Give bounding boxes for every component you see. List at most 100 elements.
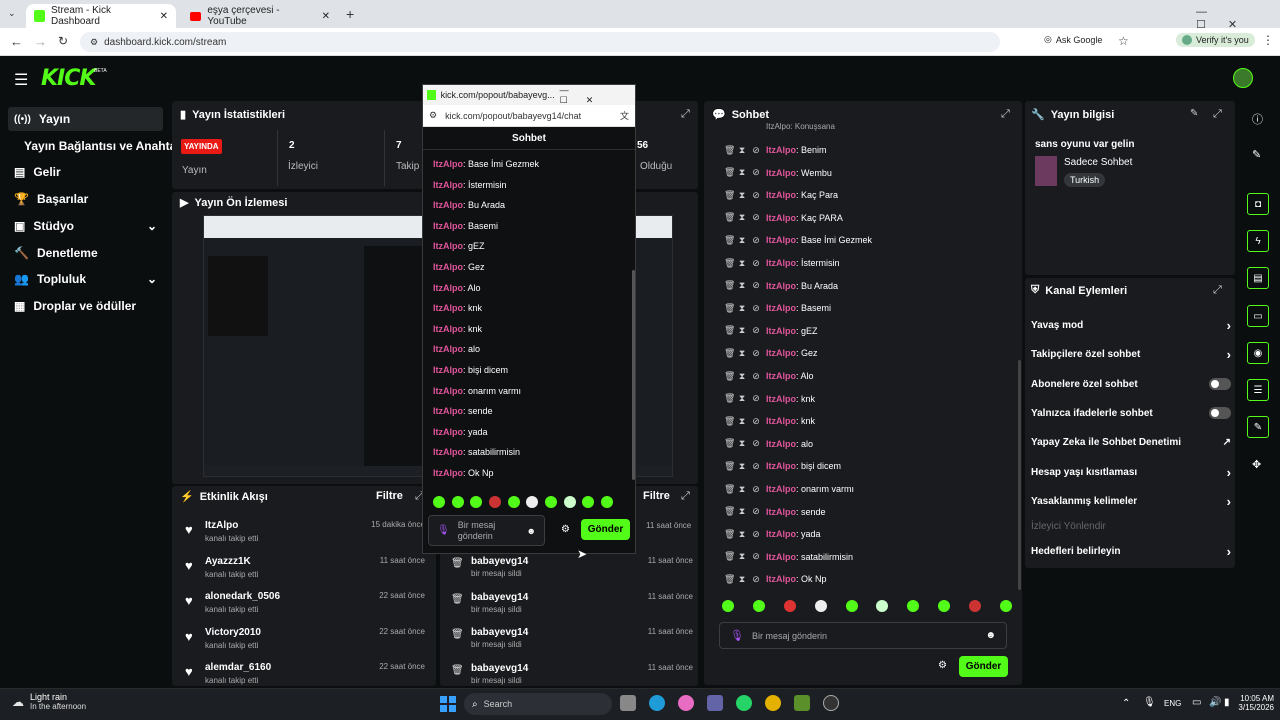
emote-icon[interactable] xyxy=(600,496,613,508)
close-icon[interactable]: ✕ xyxy=(322,11,330,22)
broadcast-icon[interactable]: ◉ xyxy=(1247,342,1269,364)
pencil-icon[interactable]: ✎ xyxy=(1252,148,1261,161)
channel-action-item[interactable]: Abonelere özel sohbet xyxy=(1031,374,1231,394)
ask-google-button[interactable]: ◎ Ask Google xyxy=(1044,34,1102,45)
chat-icon[interactable]: ▭ xyxy=(1247,305,1269,327)
chat-username[interactable]: ItzAlpo xyxy=(433,262,463,272)
ban-icon[interactable]: ⊘ xyxy=(752,461,760,472)
emote-icon[interactable] xyxy=(969,600,981,612)
emoji-icon[interactable]: ☻ xyxy=(985,630,996,641)
chat-message[interactable]: 🗑 ⧗ ⊘ ItzAlpo: Bu Arada xyxy=(724,278,838,294)
popout-message[interactable]: ItzAlpo: sende xyxy=(433,406,493,422)
modlog-filter-button[interactable]: Filtre xyxy=(643,490,670,502)
chat-username[interactable]: ItzAlpo xyxy=(766,258,796,268)
chat-message[interactable]: 🗑 ⧗ ⊘ ItzAlpo: knk xyxy=(724,391,815,407)
chat-message[interactable]: 🗑 ⧗ ⊘ ItzAlpo: yada xyxy=(724,526,821,542)
channel-action-item[interactable]: Hesap yaşı kısıtlaması › xyxy=(1031,462,1231,482)
channel-action-item[interactable]: Yapay Zeka ile Sohbet Denetimi ↗ xyxy=(1031,432,1231,452)
chat-message[interactable]: 🗑 ⧗ ⊘ ItzAlpo: Wembu xyxy=(724,165,832,181)
chevron-right-icon[interactable]: › xyxy=(1227,465,1231,480)
edit-icon[interactable]: ✎ xyxy=(1190,108,1198,119)
timeout-icon[interactable]: ⧗ xyxy=(738,212,746,223)
chat-username[interactable]: ItzAlpo xyxy=(433,324,463,334)
kick-logo[interactable]: KICK xyxy=(41,66,96,91)
ban-icon[interactable]: ⊘ xyxy=(752,529,760,540)
sidebar-item-studio[interactable]: ▣ Stüdyo ⌄ xyxy=(8,214,163,238)
chevron-right-icon[interactable]: › xyxy=(1227,544,1231,559)
timeout-icon[interactable]: ⧗ xyxy=(738,303,746,314)
address-bar[interactable]: ⚙ dashboard.kick.com/stream xyxy=(80,32,1000,52)
expand-icon[interactable]: ⤢ xyxy=(1213,108,1222,121)
chat-message[interactable]: 🗑 ⧗ ⊘ ItzAlpo: Alo xyxy=(724,368,814,384)
info-icon[interactable]: ⓘ xyxy=(1252,111,1263,127)
capture-icon[interactable]: ◘ xyxy=(1247,193,1269,215)
chat-settings-icon[interactable]: ⚙ xyxy=(938,660,947,671)
chat-username[interactable]: ItzAlpo xyxy=(766,552,796,562)
bookmark-star-icon[interactable]: ☆ xyxy=(1118,34,1129,48)
window-controls[interactable]: —☐✕ xyxy=(560,85,627,106)
timeout-icon[interactable]: ⧗ xyxy=(738,551,746,562)
wrench-icon[interactable]: ✎ xyxy=(1247,416,1269,438)
event-item[interactable]: ♥ ItzAlpo kanalı takip etti 15 dakika önce xyxy=(180,520,425,556)
chat-message[interactable]: 🗑 ⧗ ⊘ ItzAlpo: Kaç Para xyxy=(724,187,838,203)
channel-action-item[interactable]: Yasaklanmış kelimeler › xyxy=(1031,491,1231,511)
copilot-icon[interactable] xyxy=(678,695,694,711)
chat-username[interactable]: ItzAlpo xyxy=(433,447,463,457)
close-icon[interactable]: ✕ xyxy=(160,11,168,22)
timeout-icon[interactable]: ⧗ xyxy=(738,348,746,359)
chat-message[interactable]: 🗑 ⧗ ⊘ ItzAlpo: İstermisin xyxy=(724,255,840,271)
trash-icon[interactable]: 🗑 xyxy=(724,303,735,314)
emote-icon[interactable] xyxy=(507,496,520,508)
emote-icon[interactable] xyxy=(488,496,501,508)
popout-message[interactable]: ItzAlpo: knk xyxy=(433,303,482,319)
trash-icon[interactable]: 🗑 xyxy=(724,167,735,178)
popout-message[interactable]: ItzAlpo: İstermisin xyxy=(433,180,507,196)
ban-icon[interactable]: ⊘ xyxy=(752,212,760,223)
popout-message[interactable]: ItzAlpo: knk xyxy=(433,324,482,340)
back-icon[interactable]: ← xyxy=(10,34,23,49)
chat-username[interactable]: ItzAlpo xyxy=(766,574,796,584)
edge-icon[interactable] xyxy=(649,695,665,711)
ban-icon[interactable]: ⊘ xyxy=(752,348,760,359)
chevron-right-icon[interactable]: › xyxy=(1227,347,1231,362)
task-view-icon[interactable] xyxy=(620,695,636,711)
chat-username[interactable]: ItzAlpo xyxy=(766,461,796,471)
sidebar-item-stream[interactable]: ((•)) Yayın xyxy=(8,107,163,131)
event-item[interactable]: ♥ alonedark_0506 kanalı takip etti 22 saat … xyxy=(180,591,425,627)
sidebar-item-drops[interactable]: ▦ Droplar ve ödüller xyxy=(8,294,163,318)
mic-icon[interactable]: 🎙 xyxy=(730,629,744,642)
timeout-icon[interactable]: ⧗ xyxy=(738,371,746,382)
timeout-icon[interactable]: ⧗ xyxy=(738,461,746,472)
site-info-icon[interactable]: ⚙ xyxy=(90,37,98,48)
chat-username[interactable]: ItzAlpo xyxy=(766,235,796,245)
trash-icon[interactable]: 🗑 xyxy=(724,212,735,223)
chat-username[interactable]: ItzAlpo xyxy=(433,386,463,396)
timeout-icon[interactable]: ⧗ xyxy=(738,325,746,336)
windows-start-icon[interactable] xyxy=(440,696,456,712)
chat-username[interactable]: ItzAlpo xyxy=(433,159,463,169)
weather-widget[interactable]: ☁ Light rain In the afternoon xyxy=(12,692,86,711)
translate-icon[interactable]: 文 xyxy=(620,109,629,122)
sidebar-item-stream-key[interactable]: Yayın Bağlantısı ve Anahtarı xyxy=(18,134,173,158)
chat-message[interactable]: 🗑 ⧗ ⊘ ItzAlpo: Base İmi Gezmek xyxy=(724,232,872,248)
timeout-icon[interactable]: ⧗ xyxy=(738,167,746,178)
chevron-right-icon[interactable]: › xyxy=(1227,494,1231,509)
chat-username[interactable]: ItzAlpo xyxy=(766,416,796,426)
chat-message[interactable]: 🗑 ⧗ ⊘ ItzAlpo: onarım varmı xyxy=(724,481,854,497)
chat-message[interactable]: 🗑 ⧗ ⊘ ItzAlpo: Kaç PARA xyxy=(724,210,843,226)
chat-username[interactable]: ItzAlpo xyxy=(766,348,796,358)
timeout-icon[interactable]: ⧗ xyxy=(738,190,746,201)
timeout-icon[interactable]: ⧗ xyxy=(738,529,746,540)
ban-icon[interactable]: ⊘ xyxy=(752,167,760,178)
trash-icon[interactable]: 🗑 xyxy=(724,348,735,359)
timeout-icon[interactable]: ⧗ xyxy=(738,235,746,246)
emote-icon[interactable] xyxy=(526,496,539,508)
forward-icon[interactable]: → xyxy=(34,34,47,49)
add-widget-icon[interactable]: ✥ xyxy=(1252,458,1261,471)
popout-message[interactable]: ItzAlpo: bişi dicem xyxy=(433,365,508,381)
reload-icon[interactable]: ↻ xyxy=(58,34,68,48)
chat-username[interactable]: ItzAlpo xyxy=(433,303,463,313)
emote-icon[interactable] xyxy=(752,600,765,612)
sidebar-item-revenue[interactable]: ▤ Gelir xyxy=(8,160,163,184)
tab-kick-dashboard[interactable]: Stream - Kick Dashboard ✕ xyxy=(26,4,176,28)
